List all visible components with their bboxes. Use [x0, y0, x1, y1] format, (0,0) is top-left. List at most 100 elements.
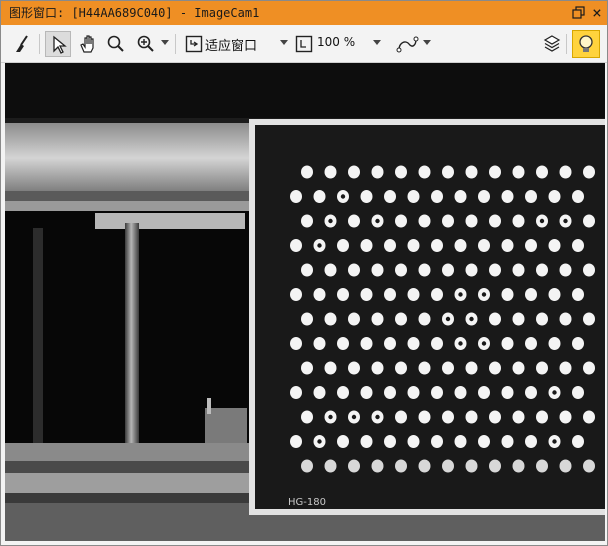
calibration-dot: [525, 386, 537, 399]
calibration-dot-marker: [351, 414, 357, 420]
pointer-icon[interactable]: [45, 31, 71, 57]
calibration-dot: [489, 165, 501, 179]
calibration-dot: [301, 165, 313, 179]
calibration-dot: [583, 459, 595, 473]
calibration-dot: [512, 410, 525, 424]
calibration-dot-marker: [445, 316, 451, 322]
calibration-dot: [348, 263, 360, 277]
calibration-dot: [548, 337, 561, 350]
camera-image-view[interactable]: HG-180: [5, 63, 605, 541]
calibration-dot: [348, 361, 360, 375]
calibration-dot: [525, 239, 537, 252]
calibration-dot-marker: [458, 341, 463, 346]
calibration-dot: [418, 361, 431, 375]
close-icon[interactable]: ×: [588, 4, 606, 22]
calibration-dot: [559, 312, 572, 326]
calibration-dot: [407, 386, 420, 399]
calibration-dot-marker: [458, 292, 463, 297]
calibration-dot: [348, 459, 360, 473]
calibration-dot: [454, 435, 467, 448]
calibration-dot: [489, 410, 501, 424]
calibration-dot: [360, 386, 373, 399]
calibration-dot: [348, 312, 360, 326]
calibration-dot: [501, 190, 514, 203]
fit-dropdown-caret[interactable]: [280, 40, 288, 45]
calibration-dot-marker: [481, 292, 487, 297]
calibration-dot: [290, 190, 302, 203]
calibration-dot: [512, 459, 525, 473]
calibration-dot: [290, 337, 302, 350]
calibration-dot: [572, 190, 584, 203]
calibration-dot: [525, 435, 537, 448]
calibration-dot: [301, 312, 313, 326]
calibration-dot: [572, 386, 584, 399]
calibration-dot: [572, 239, 584, 252]
title-bar[interactable]: 图形窗口: [H44AA689C040] - ImageCam1 ×: [1, 1, 607, 25]
calibration-dot: [583, 312, 595, 326]
calibration-dot: [337, 337, 349, 350]
camera-image: [5, 63, 605, 541]
calibration-dot: [431, 288, 443, 301]
calibration-dot: [501, 288, 514, 301]
calibration-dot: [337, 288, 349, 301]
zoom-dropdown-caret[interactable]: [161, 40, 169, 45]
calibration-dot: [525, 190, 537, 203]
shape-dropdown-caret[interactable]: [423, 40, 431, 45]
calibration-dot: [407, 239, 420, 252]
calibration-dot: [583, 165, 595, 179]
calibration-dot-marker: [375, 414, 380, 420]
toolbar: 适应窗口 100 %: [1, 26, 607, 63]
calibration-dot: [465, 214, 478, 228]
zoom-in-icon[interactable]: [133, 31, 159, 57]
fit-window-select[interactable]: 适应窗口: [205, 35, 257, 54]
zoom-level-select[interactable]: 100 %: [317, 35, 355, 49]
restore-icon[interactable]: [570, 4, 588, 22]
calibration-dot: [324, 312, 337, 326]
calibration-dot: [371, 312, 384, 326]
calibration-dot: [290, 239, 302, 252]
magnifier-icon[interactable]: [103, 31, 129, 57]
calibration-dot: [478, 190, 490, 203]
calibration-dot: [512, 263, 525, 277]
calibration-dot: [465, 361, 478, 375]
calibration-dot: [371, 459, 384, 473]
calibration-dot: [324, 361, 337, 375]
calibration-dot: [301, 410, 313, 424]
calibration-dot: [384, 239, 396, 252]
calibration-dot: [395, 361, 407, 375]
calibration-dot: [442, 263, 454, 277]
calibration-dot: [559, 165, 572, 179]
layers-icon[interactable]: [539, 31, 565, 57]
clear-brush-icon[interactable]: [9, 31, 35, 57]
zoom-level-caret[interactable]: [373, 40, 381, 45]
calibration-dot: [536, 459, 548, 473]
calibration-dot: [290, 386, 302, 399]
calibration-dot: [395, 459, 407, 473]
fit-window-icon[interactable]: [181, 31, 207, 57]
calibration-dot: [548, 288, 561, 301]
calibration-dot: [501, 435, 514, 448]
calibration-dot: [360, 190, 373, 203]
calibration-dot: [512, 312, 525, 326]
support-rod: [125, 223, 139, 453]
zoom-box-icon[interactable]: [291, 31, 317, 57]
calibration-dot-marker: [563, 218, 568, 224]
lightbulb-icon[interactable]: [572, 30, 600, 58]
calibration-dot: [395, 410, 407, 424]
calibration-dot: [465, 410, 478, 424]
calibration-dot: [512, 214, 525, 228]
calibration-dot: [407, 435, 420, 448]
pan-hand-icon[interactable]: [75, 31, 101, 57]
shape-draw-icon[interactable]: [393, 31, 423, 57]
calibration-dot: [478, 386, 490, 399]
calibration-dot-marker: [317, 243, 322, 248]
calibration-dot: [384, 386, 396, 399]
calibration-dot: [454, 386, 467, 399]
calibration-dot: [536, 361, 548, 375]
calibration-dot: [371, 165, 384, 179]
calibration-dot-marker: [340, 194, 346, 199]
calibration-dot: [536, 410, 548, 424]
calibration-dot: [583, 214, 595, 228]
calibration-dot: [431, 435, 443, 448]
calibration-dot: [442, 410, 454, 424]
